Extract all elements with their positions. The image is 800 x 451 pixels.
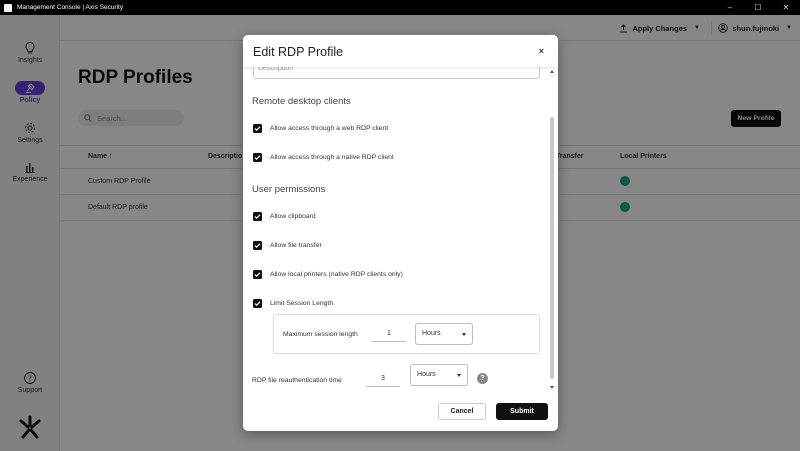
web-client-checkbox[interactable] bbox=[253, 124, 262, 133]
app-icon bbox=[4, 3, 12, 12]
checkmark-icon bbox=[254, 272, 261, 278]
maximize-button[interactable]: ☐ bbox=[744, 0, 772, 15]
dialog-body: Description Remote desktop clients Allow… bbox=[243, 67, 558, 397]
checkmark-icon bbox=[254, 126, 261, 132]
dialog-footer: Cancel Submit bbox=[243, 397, 558, 431]
scroll-thumb[interactable] bbox=[550, 117, 554, 379]
checkmark-icon bbox=[254, 301, 261, 307]
dialog-header: Edit RDP Profile × bbox=[243, 35, 558, 67]
limit-session-option[interactable]: Limit Session Length bbox=[253, 299, 333, 308]
local-printers-checkbox[interactable] bbox=[253, 270, 262, 279]
max-session-label: Maximum session length bbox=[283, 331, 358, 338]
session-length-box: Maximum session length 1 Hours bbox=[273, 314, 540, 354]
clipboard-label: Allow clipboard bbox=[270, 213, 316, 220]
user-permissions-heading: User permissions bbox=[252, 184, 326, 195]
native-client-label: Allow access through a native RDP client bbox=[270, 154, 394, 161]
limit-session-checkbox[interactable] bbox=[253, 299, 262, 308]
max-session-input[interactable]: 1 bbox=[372, 326, 406, 342]
window-title: Management Console | Axis Security bbox=[17, 4, 124, 11]
remote-clients-heading: Remote desktop clients bbox=[252, 96, 351, 107]
window-titlebar: Management Console | Axis Security – ☐ ✕ bbox=[0, 0, 800, 15]
file-transfer-label: Allow file transfer bbox=[270, 242, 322, 249]
caret-down-icon bbox=[457, 374, 461, 377]
cancel-button[interactable]: Cancel bbox=[438, 403, 486, 420]
local-printers-option[interactable]: Allow local printers (native RDP clients… bbox=[253, 270, 403, 279]
submit-button[interactable]: Submit bbox=[496, 403, 548, 420]
checkmark-icon bbox=[254, 155, 261, 161]
minimize-button[interactable]: – bbox=[716, 0, 744, 15]
reauth-label: RDP file reauthentication time bbox=[252, 377, 342, 384]
file-transfer-option[interactable]: Allow file transfer bbox=[253, 241, 322, 250]
description-input[interactable]: Description bbox=[253, 67, 540, 79]
clipboard-option[interactable]: Allow clipboard bbox=[253, 212, 316, 221]
clipboard-checkbox[interactable] bbox=[253, 212, 262, 221]
max-session-unit-select[interactable]: Hours bbox=[415, 323, 473, 345]
checkmark-icon bbox=[254, 214, 261, 220]
web-client-option[interactable]: Allow access through a web RDP client bbox=[253, 124, 388, 133]
caret-down-icon bbox=[462, 333, 466, 336]
edit-rdp-profile-dialog: Edit RDP Profile × Description Remote de… bbox=[243, 35, 558, 431]
limit-session-label: Limit Session Length bbox=[270, 300, 334, 307]
reauth-input[interactable]: 3 bbox=[366, 371, 400, 387]
dialog-scrollbar[interactable] bbox=[548, 67, 556, 397]
close-icon[interactable]: × bbox=[539, 46, 544, 56]
reauth-unit-value: Hours bbox=[417, 371, 436, 378]
local-printers-label: Allow local printers (native RDP clients… bbox=[270, 271, 403, 278]
reauth-unit-select[interactable]: Hours bbox=[410, 364, 468, 386]
window-controls: – ☐ ✕ bbox=[716, 0, 800, 15]
max-session-unit-value: Hours bbox=[422, 330, 441, 337]
file-transfer-checkbox[interactable] bbox=[253, 241, 262, 250]
web-client-label: Allow access through a web RDP client bbox=[270, 125, 389, 132]
scroll-down-icon[interactable] bbox=[550, 386, 554, 389]
help-icon[interactable]: ? bbox=[477, 373, 488, 384]
scroll-up-icon[interactable] bbox=[550, 70, 554, 73]
dialog-title: Edit RDP Profile bbox=[253, 45, 344, 59]
native-client-option[interactable]: Allow access through a native RDP client bbox=[253, 153, 394, 162]
checkmark-icon bbox=[254, 243, 261, 249]
close-window-button[interactable]: ✕ bbox=[772, 0, 800, 15]
native-client-checkbox[interactable] bbox=[253, 153, 262, 162]
